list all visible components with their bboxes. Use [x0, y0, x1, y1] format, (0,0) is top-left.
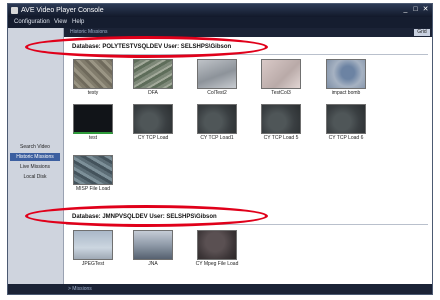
mission-label: MISP File Load — [75, 186, 111, 192]
menu-help[interactable]: Help — [72, 17, 84, 28]
mission-thumbnail[interactable]: DFA — [129, 59, 177, 97]
mission-thumbnail[interactable]: CY TCP Load1 — [193, 104, 241, 142]
close-button[interactable]: ✕ — [421, 6, 430, 14]
mission-thumbnail[interactable]: MISP File Load — [69, 155, 117, 193]
mission-label: JNA — [148, 261, 158, 267]
mission-label: CY TCP Load — [137, 135, 169, 141]
mission-preview-image[interactable] — [73, 230, 113, 260]
mission-label: JPEGTest — [81, 261, 105, 267]
status-bar: > Missions — [8, 284, 432, 294]
mission-preview-image[interactable] — [73, 59, 113, 89]
mission-label: CY TCP Load 6 — [328, 135, 364, 141]
mission-thumbnail[interactable]: test — [69, 104, 117, 142]
mission-thumbnail[interactable]: CY TCP Load 5 — [257, 104, 305, 142]
panel-title: Historic Missions — [70, 29, 108, 35]
mission-label: impact bomb — [331, 90, 361, 96]
mission-browser: Database: POLYTESTVSQLDEV User: SELSHPS\… — [64, 37, 432, 284]
app-icon — [11, 7, 18, 14]
mission-preview-image[interactable] — [133, 59, 173, 89]
mission-label: CY Mpeg File Load — [195, 261, 239, 267]
sidebar-item-search-video[interactable]: Search Video — [10, 143, 60, 151]
mission-label: CY TCP Load1 — [200, 135, 234, 141]
mission-thumbnail[interactable]: CY TCP Load — [129, 104, 177, 142]
mission-thumbnail[interactable]: TestCol3 — [257, 59, 305, 97]
mission-preview-image[interactable] — [197, 59, 237, 89]
mission-thumbnail[interactable]: impact bomb — [322, 59, 370, 97]
mission-preview-image[interactable] — [261, 59, 301, 89]
mission-thumbnail[interactable]: ColTest2 — [193, 59, 241, 97]
grid-view-button[interactable]: Grid — [414, 29, 430, 36]
mission-thumbnail[interactable]: CY TCP Load 6 — [322, 104, 370, 142]
annotation-oval — [25, 36, 268, 58]
mission-thumbnail[interactable]: testy — [69, 59, 117, 97]
mission-label: TestCol3 — [271, 90, 291, 96]
mission-preview-image[interactable] — [133, 104, 173, 134]
annotation-oval — [25, 205, 268, 227]
mission-thumbnail[interactable]: JPEGTest — [69, 230, 117, 268]
sidebar-item-local-disk[interactable]: Local Disk — [10, 173, 60, 181]
mission-thumbnail[interactable]: JNA — [129, 230, 177, 268]
mission-preview-image[interactable] — [197, 230, 237, 260]
mission-preview-image[interactable] — [326, 59, 366, 89]
mission-preview-image[interactable] — [197, 104, 237, 134]
mission-preview-image[interactable] — [73, 155, 113, 185]
mission-label: ColTest2 — [207, 90, 227, 96]
menu-view[interactable]: View — [54, 17, 67, 28]
mission-label: test — [88, 135, 98, 141]
sidebar: Search Video Historic Missions Live Miss… — [8, 28, 64, 284]
mission-preview-image[interactable] — [133, 230, 173, 260]
mission-thumbnail[interactable]: CY Mpeg File Load — [193, 230, 241, 268]
maximize-button[interactable]: □ — [411, 6, 420, 14]
mission-label: CY TCP Load 5 — [263, 135, 299, 141]
footer-label: > Missions — [68, 286, 92, 292]
sidebar-item-live-missions[interactable]: Live Missions — [10, 163, 60, 171]
title-bar: AVE Video Player Console _ □ ✕ — [8, 4, 432, 17]
window-title: AVE Video Player Console — [21, 7, 104, 14]
mission-preview-image[interactable] — [261, 104, 301, 134]
menu-configuration[interactable]: Configuration — [14, 17, 50, 28]
minimize-button[interactable]: _ — [401, 6, 410, 14]
mission-preview-image[interactable] — [73, 104, 113, 134]
mission-label: DFA — [148, 90, 158, 96]
sidebar-item-historic-missions[interactable]: Historic Missions — [10, 153, 60, 161]
menu-bar: Configuration View Help — [8, 17, 432, 28]
mission-label: testy — [87, 90, 99, 96]
mission-preview-image[interactable] — [326, 104, 366, 134]
